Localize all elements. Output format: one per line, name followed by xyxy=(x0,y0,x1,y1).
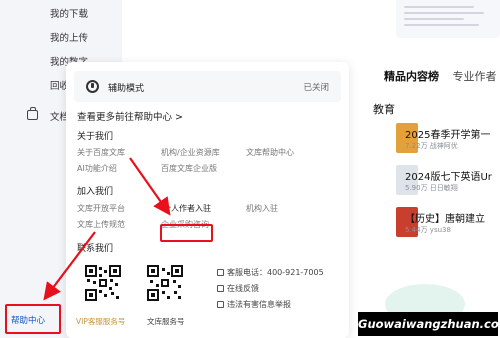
sidebar-item-uploads[interactable]: 我的上传 xyxy=(50,30,88,44)
about-link-enterprise[interactable]: 百度文库企业版 xyxy=(161,163,217,174)
content-tabs: 精品内容榜 专业作者 xyxy=(384,68,497,84)
book-meta-3: 5.44万 ysu38 xyxy=(405,226,451,234)
author-highlight-box xyxy=(160,224,213,242)
join-link-org[interactable]: 机构入驻 xyxy=(246,203,278,214)
join-link-open-platform[interactable]: 文库开放平台 xyxy=(77,203,125,214)
contact-phone: 客服电话：400-921-7005 xyxy=(217,267,324,278)
tab-premium-ranking[interactable]: 精品内容榜 xyxy=(384,70,439,83)
about-link-wenku[interactable]: 关于百度文库 xyxy=(77,147,125,158)
help-center-button[interactable]: 帮助中心 xyxy=(11,314,45,326)
help-popup: 辅助模式 已关闭 查看更多前往帮助中心 > 关于我们 关于百度文库 机构/企业资… xyxy=(66,62,349,338)
book-title-3[interactable]: 【历史】唐朝建立 xyxy=(405,210,485,225)
contact-title: 联系我们 xyxy=(77,244,114,254)
book-title-1[interactable]: 2025春季开学第一 xyxy=(405,126,490,141)
vip-qr-code xyxy=(85,265,121,301)
report-icon xyxy=(217,301,224,308)
tab-pro-authors[interactable]: 专业作者 xyxy=(453,70,497,83)
join-link-upload-rules[interactable]: 文库上传规范 xyxy=(77,219,125,230)
book-title-2[interactable]: 2024版七下英语Ur xyxy=(405,168,492,183)
watermark: Guowaiwangzhuan.com xyxy=(358,312,500,336)
sidebar-item-downloads[interactable]: 我的下载 xyxy=(50,6,88,20)
wenku-qr-caption: 文库服务号 xyxy=(147,317,185,326)
section-title: 教育 xyxy=(373,103,395,116)
vip-qr-caption: VIP客服服务号 xyxy=(76,317,126,326)
join-title: 加入我们 xyxy=(77,187,114,197)
document-bag-icon xyxy=(27,107,38,120)
assist-mode-label: 辅助模式 xyxy=(108,84,145,94)
accessibility-icon xyxy=(86,80,99,93)
about-link-org-library[interactable]: 机构/企业资源库 xyxy=(161,147,220,158)
feedback-icon xyxy=(217,285,224,292)
book-meta-2: 5.90万 日日敏翔 xyxy=(405,184,458,192)
contact-online-feedback[interactable]: 在线反馈 xyxy=(217,283,259,294)
about-link-ai[interactable]: AI功能介绍 xyxy=(77,163,117,174)
assist-mode-status[interactable]: 已关闭 xyxy=(303,81,329,93)
join-link-personal-author[interactable]: 个人作者入驻 xyxy=(163,203,211,214)
book-meta-1: 7.22万 战神阿优 xyxy=(405,142,458,150)
wenku-qr-code xyxy=(147,265,183,301)
about-title: 关于我们 xyxy=(77,132,114,142)
assist-mode-row[interactable]: 辅助模式 已关闭 xyxy=(74,71,341,102)
help-center-link[interactable]: 查看更多前往帮助中心 > xyxy=(77,109,183,123)
phone-icon xyxy=(217,269,224,276)
about-link-help-center[interactable]: 文库帮助中心 xyxy=(246,147,294,158)
contact-report[interactable]: 违法有害信息举报 xyxy=(217,299,291,310)
top-banner xyxy=(396,0,500,38)
